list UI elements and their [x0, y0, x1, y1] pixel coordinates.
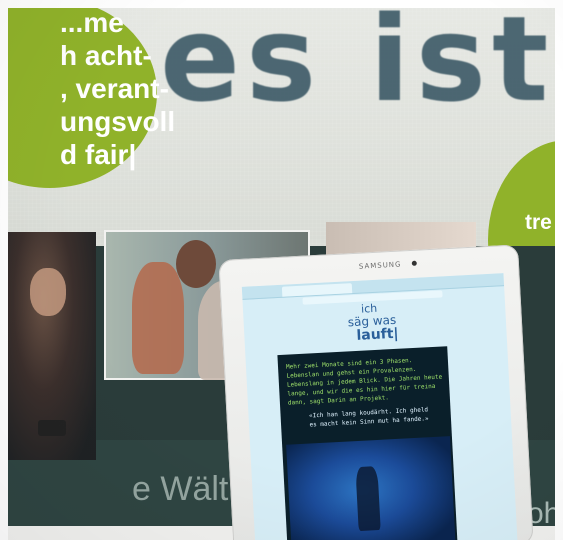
photo-couple-person-b-head	[176, 240, 216, 288]
article-paragraph: Mehr zwei Monate sind ein 3 Phasen. Lebe…	[285, 357, 443, 407]
tablet-brand-label: SAMSUNG	[358, 260, 402, 271]
wall-headline: es ist a	[160, 0, 563, 128]
frame-right-edge	[555, 0, 563, 540]
photo-scene: es ist a ...me h acht- , verant- ungsvol…	[0, 0, 563, 540]
frame-left-edge	[0, 0, 8, 540]
photo-couple-person-a	[132, 262, 184, 374]
panel-text-walt: e Wält	[132, 470, 229, 508]
photo-girl-face	[30, 268, 66, 316]
tablet-screen[interactable]: ich säg was lauft| Mehr zwei Monate sind…	[241, 273, 518, 540]
article-image-figure	[355, 466, 381, 532]
tablet-device: SAMSUNG ich säg was lauft| Mehr zwei Mon…	[218, 244, 534, 540]
frame-top-edge	[0, 0, 563, 8]
phone-icon	[38, 420, 66, 436]
site-logo-line-3: lauft|	[356, 325, 399, 344]
camera-icon	[411, 260, 417, 266]
circle-left-text: ...me h acht- , verant- ungsvoll d fair|	[60, 7, 176, 170]
